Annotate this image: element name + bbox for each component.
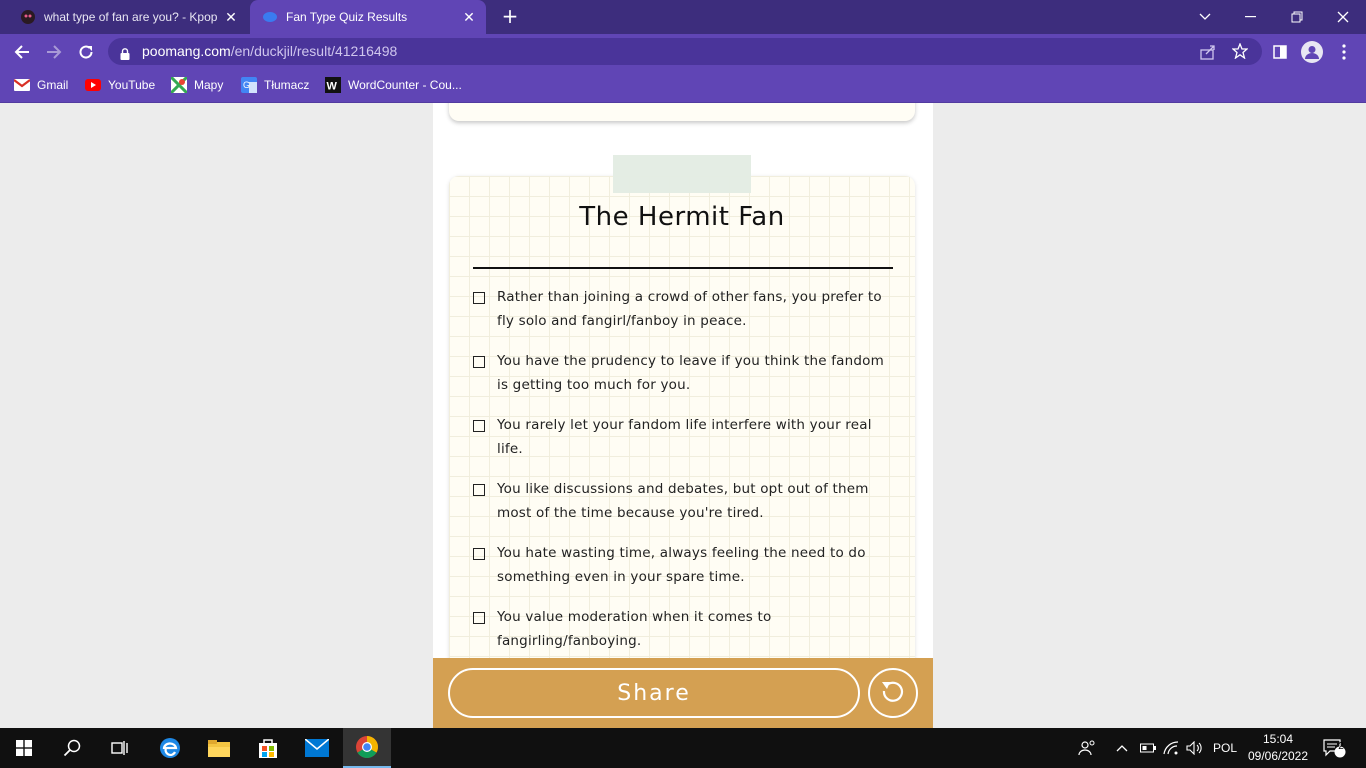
action-bar: Share (433, 658, 933, 728)
trait-item: You value moderation when it comes to fa… (473, 605, 893, 653)
bookmark-star-icon[interactable] (1231, 42, 1249, 63)
youtube-icon (85, 77, 101, 93)
clock-date: 09/06/2022 (1247, 749, 1309, 763)
url-text: poomang.com/en/duckjil/result/41216498 (142, 43, 398, 59)
share-button[interactable]: Share (448, 668, 860, 718)
profile-avatar-icon[interactable] (1298, 38, 1326, 66)
checkbox-icon (473, 548, 485, 560)
people-icon[interactable] (1078, 728, 1096, 768)
clock-time: 15:04 (1262, 732, 1294, 746)
tape-decoration (613, 155, 751, 193)
trait-text: You value moderation when it comes to fa… (497, 609, 772, 649)
trait-text: You have the prudency to leave if you th… (497, 353, 884, 393)
retry-icon (879, 677, 907, 709)
translate-icon: G (241, 77, 257, 93)
edge-icon[interactable] (146, 728, 194, 768)
checkbox-icon (473, 612, 485, 624)
bookmark-gmail[interactable]: Gmail (14, 77, 68, 93)
trait-item: You rarely let your fandom life interfer… (473, 413, 893, 461)
trait-item: Rather than joining a crowd of other fan… (473, 285, 893, 333)
language-indicator[interactable]: POL (1213, 728, 1237, 768)
kpop-favicon-icon (20, 9, 36, 25)
windows-start-icon[interactable] (0, 728, 48, 768)
forward-arrow-icon[interactable] (40, 38, 68, 66)
checkbox-icon (473, 356, 485, 368)
wordcounter-icon: W (325, 77, 341, 93)
trait-text: Rather than joining a crowd of other fan… (497, 289, 882, 329)
checkbox-icon (473, 420, 485, 432)
new-tab-icon[interactable]: + (499, 5, 521, 27)
trait-text: You rarely let your fandom life interfer… (497, 417, 872, 457)
svg-text:G: G (243, 80, 250, 90)
trait-text: You hate wasting time, always feeling th… (497, 545, 866, 585)
tab-title: what type of fan are you? - Kpop (44, 10, 218, 24)
close-tab-icon[interactable]: ✕ (458, 9, 480, 26)
notification-center-icon[interactable]: 2 (1323, 728, 1347, 768)
tab-strip: what type of fan are you? - Kpop ✕ Fan T… (0, 0, 1366, 34)
taskbar: POL 15:04 09/06/2022 2 (0, 728, 1366, 768)
svg-text:W: W (327, 81, 338, 93)
battery-icon[interactable] (1140, 728, 1156, 768)
menu-kebab-icon[interactable] (1330, 38, 1358, 66)
poomang-favicon-icon (262, 9, 278, 25)
search-icon[interactable] (48, 728, 96, 768)
previous-card (449, 103, 915, 121)
share-page-icon[interactable] (1200, 44, 1216, 64)
browser-toolbar: poomang.com/en/duckjil/result/41216498 (0, 34, 1366, 69)
checkbox-icon (473, 484, 485, 496)
trait-text: You like discussions and debates, but op… (497, 481, 869, 521)
address-bar[interactable]: poomang.com/en/duckjil/result/41216498 (108, 38, 1262, 65)
tab-title: Fan Type Quiz Results (286, 10, 408, 24)
mail-icon[interactable] (293, 728, 341, 768)
result-title: The Hermit Fan (579, 202, 785, 232)
bookmarks-bar: Gmail YouTube Mapy G Tłumacz W WordCount… (0, 69, 1366, 103)
tab-search-chevron-icon[interactable] (1182, 0, 1228, 34)
page-viewport: The Hermit Fan Rather than joining a cro… (0, 103, 1366, 728)
task-view-icon[interactable] (96, 728, 144, 768)
bookmark-tlumacz[interactable]: G Tłumacz (241, 77, 309, 93)
trait-item: You have the prudency to leave if you th… (473, 349, 893, 397)
side-panel-icon[interactable] (1266, 38, 1294, 66)
trait-item: You hate wasting time, always feeling th… (473, 541, 893, 589)
checkbox-icon (473, 292, 485, 304)
wifi-icon[interactable] (1163, 728, 1179, 768)
result-card: The Hermit Fan Rather than joining a cro… (449, 176, 915, 728)
minimize-icon[interactable] (1228, 0, 1274, 34)
clock[interactable]: 15:04 09/06/2022 (1240, 731, 1316, 765)
chrome-icon[interactable] (343, 728, 391, 768)
bookmark-youtube[interactable]: YouTube (85, 77, 155, 93)
bookmark-mapy[interactable]: Mapy (171, 77, 223, 93)
close-window-icon[interactable] (1320, 0, 1366, 34)
retry-button[interactable] (868, 668, 918, 718)
close-tab-icon[interactable]: ✕ (220, 9, 242, 26)
maps-icon (171, 77, 187, 93)
trait-item: You like discussions and debates, but op… (473, 477, 893, 525)
tab-kpop-quiz[interactable]: what type of fan are you? - Kpop ✕ (8, 0, 248, 34)
content-column: The Hermit Fan Rather than joining a cro… (433, 103, 933, 728)
file-explorer-icon[interactable] (195, 728, 243, 768)
gmail-icon (14, 77, 30, 93)
volume-icon[interactable] (1186, 728, 1204, 768)
title-divider (473, 267, 893, 269)
chevron-up-icon[interactable] (1116, 728, 1128, 768)
back-arrow-icon[interactable] (8, 38, 36, 66)
restore-icon[interactable] (1274, 0, 1320, 34)
store-icon[interactable] (244, 728, 292, 768)
reload-icon[interactable] (72, 38, 100, 66)
tab-fan-type-results[interactable]: Fan Type Quiz Results ✕ (250, 0, 486, 34)
notification-count: 2 (1338, 741, 1344, 752)
bookmark-wordcounter[interactable]: W WordCounter - Cou... (325, 77, 462, 93)
lock-icon[interactable] (120, 45, 130, 64)
